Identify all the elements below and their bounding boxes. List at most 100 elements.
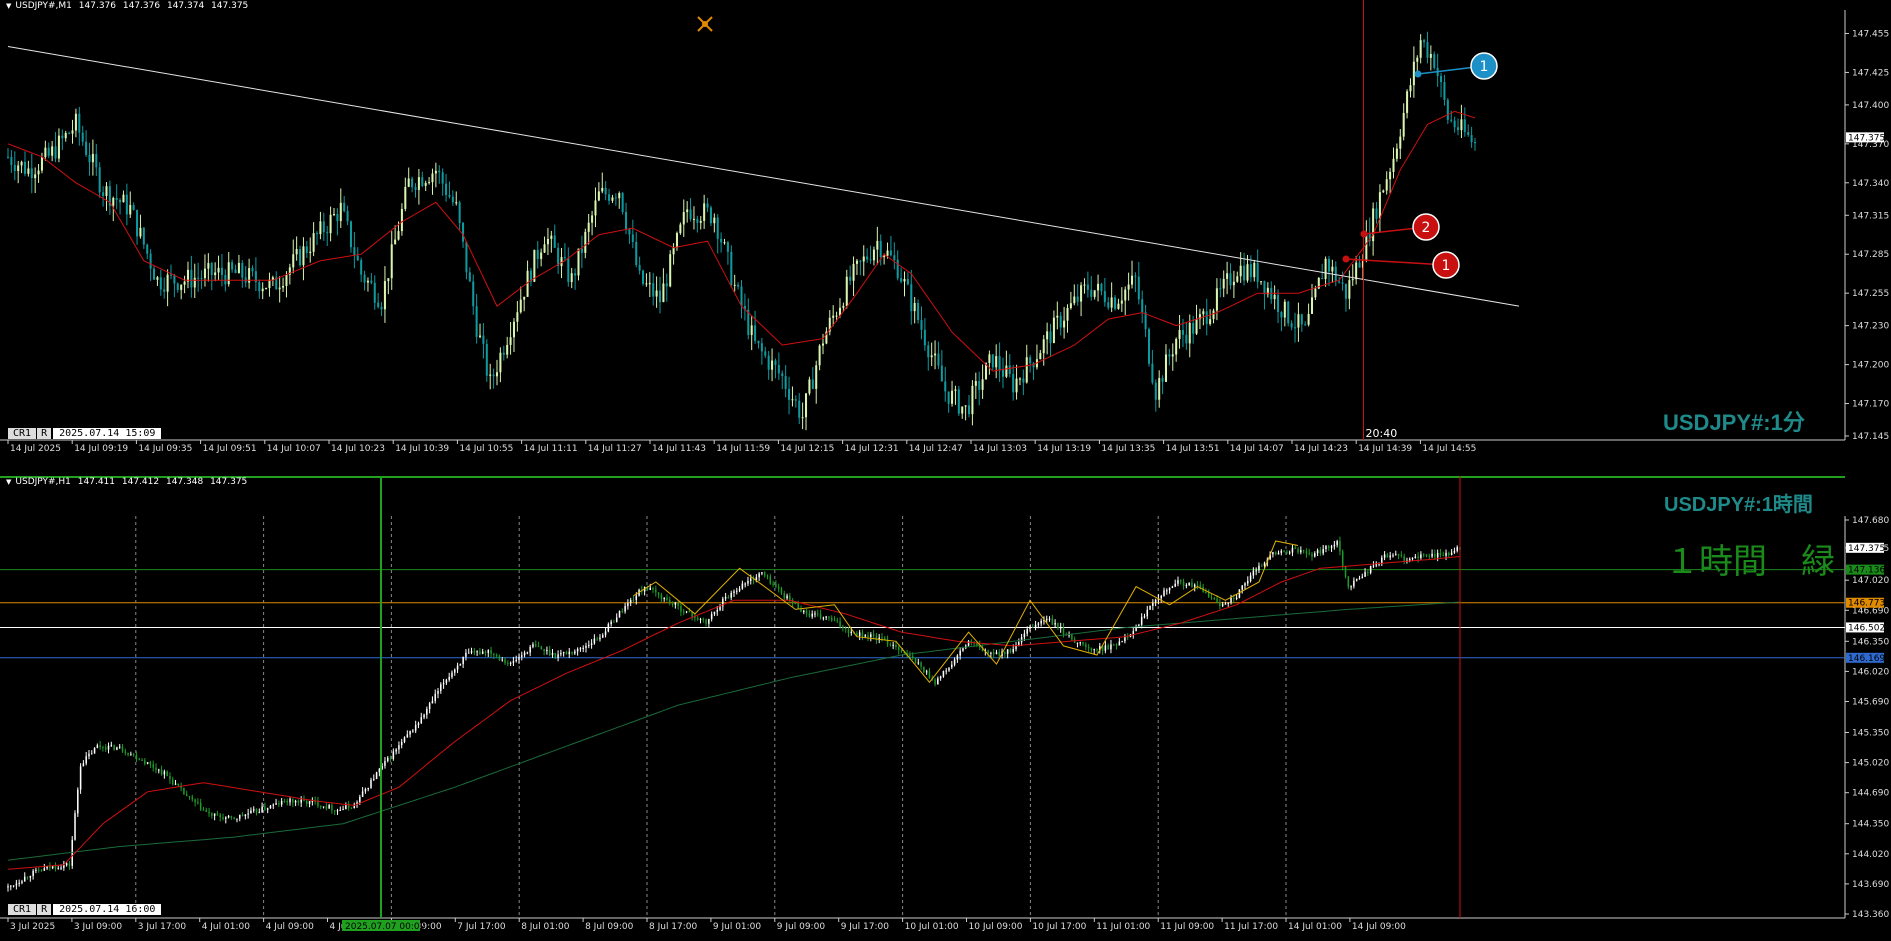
candle-body [917,662,920,664]
candle-body [102,747,104,749]
candle-body [1188,582,1190,586]
candle-body [624,606,626,612]
candle-body [699,220,702,223]
candle-body [537,646,540,648]
candle-body [1463,119,1466,133]
candle-body [65,863,68,866]
candle-body [1215,288,1218,311]
candle-body [10,157,13,165]
candle-body [1336,541,1338,545]
candle-body [428,182,431,184]
candle-body [1304,324,1307,326]
candle-body [400,208,403,232]
candle-body [495,372,499,377]
candle-body [1048,618,1051,620]
candle-body [1062,627,1065,635]
candle-body [842,305,845,308]
candle-body [632,599,635,601]
collapse-triangle-icon[interactable]: ▼ [6,478,11,486]
candle-body [870,634,872,638]
candle-body [37,869,40,871]
candle-body [1051,618,1054,625]
candle-body [389,757,392,759]
candle-body [1076,296,1079,302]
candle-body [1056,315,1059,318]
candle-body [116,747,118,750]
candle-body [244,814,247,817]
candle-body [763,572,766,576]
candle-body [754,325,757,341]
candle-body [1327,546,1330,548]
candle-body [316,233,319,235]
candle-body [383,281,386,310]
h1-watermark: USDJPY#:1時間 [1664,494,1813,516]
candle-body [163,771,166,775]
candle-body [621,193,624,212]
candle-body [1361,576,1364,579]
candle-body [736,590,738,592]
candle-body [733,284,736,286]
candle-body [346,211,349,222]
m1-chart-svg[interactable]: 147.455147.425147.400147.370147.340147.3… [0,0,1891,460]
candle-body [886,250,889,256]
candle-body [526,652,529,654]
candle-body [44,147,47,158]
candle-body [582,647,584,649]
candle-body [1026,629,1028,634]
candle-body [923,666,925,673]
candle-body [956,655,959,660]
candle-body [498,655,501,660]
candle-body [305,246,308,253]
collapse-triangle-icon[interactable]: ▼ [6,2,11,10]
candle-body [808,613,811,617]
candle-body [434,170,437,174]
candle-body [169,274,173,276]
candle-body [879,240,882,258]
candle-body [17,165,20,172]
candle-body [421,177,424,186]
candle-body [118,746,121,748]
candle-body [604,631,607,636]
candle-body [364,789,367,792]
candle-body [412,730,414,732]
candle-body [577,248,580,276]
candle-body [822,617,825,619]
candle-body [202,809,205,811]
h1-chart-pane[interactable]: 147.680147.375147.020146.690146.350146.0… [0,474,1891,941]
candle-body [54,865,57,869]
y-tick-label: 147.400 [1852,101,1889,111]
candle-body [470,651,473,653]
candle-body [322,221,325,233]
candle-body [557,247,560,267]
price-line-label: 147.136 [1848,566,1885,576]
candle-body [297,800,300,803]
candle-body [1079,642,1082,644]
candle-body [672,247,675,255]
h1-chart-svg[interactable]: 147.680147.375147.020146.690146.350146.0… [0,474,1891,941]
candle-body [431,173,434,183]
candle-body [207,263,210,269]
m1-chart-pane[interactable]: 147.455 147.425 147.400 147.370 147.340 147.3… [0,0,1891,460]
candle-body [652,587,654,590]
candle-body [420,717,423,724]
candle-body [724,597,727,599]
x-tick-label: 14 Jul 13:35 [1101,444,1155,454]
candle-body [680,605,682,612]
candle-body [361,791,364,797]
candle-body [285,274,288,287]
candle-body [160,769,163,775]
candle-body [744,583,746,585]
candle-body [998,652,1001,656]
candle-body [61,135,64,139]
candle-body [319,806,322,808]
candle-body [821,343,825,346]
candle-body [220,267,223,276]
candle-body [487,650,490,653]
candle-body [1247,580,1249,584]
candle-body [1018,378,1021,380]
candle-body [579,648,582,650]
candle-body [144,760,146,764]
candle-body [621,611,624,613]
candle-body [815,365,818,389]
candle-body [1202,311,1205,315]
